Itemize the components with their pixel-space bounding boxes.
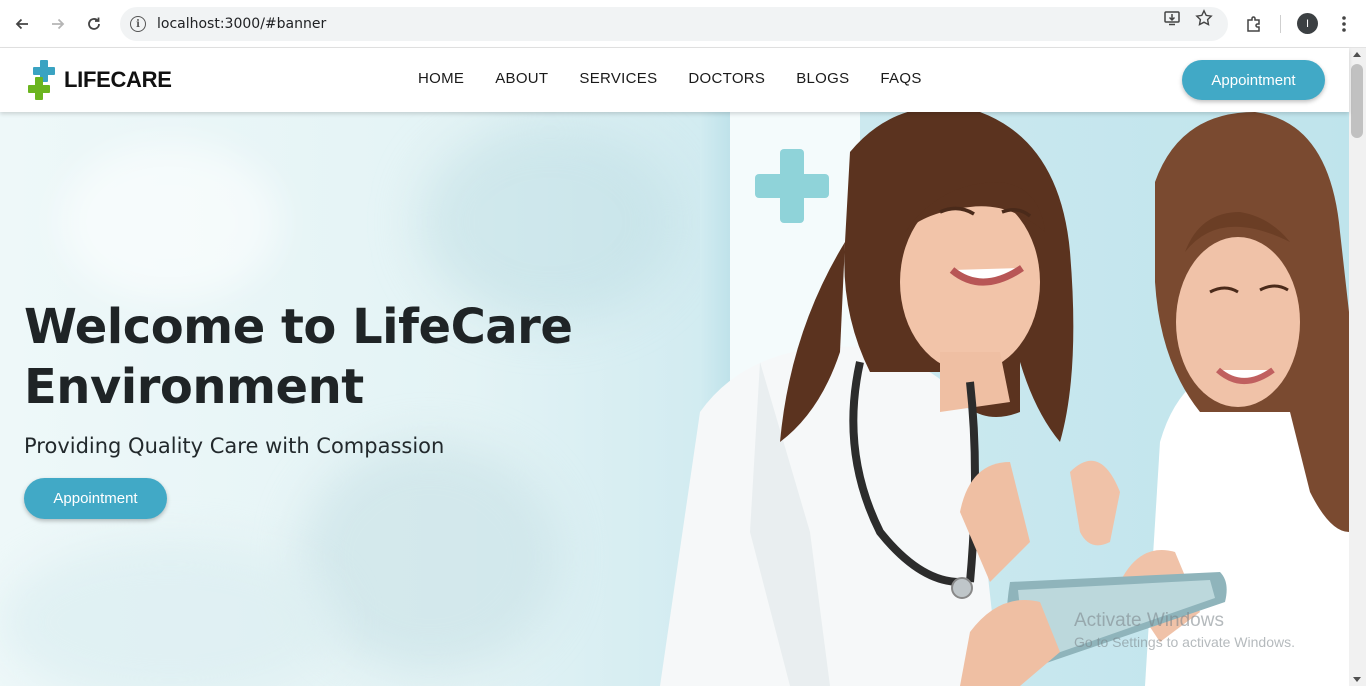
toolbar-divider <box>1280 15 1281 33</box>
install-app-icon[interactable] <box>1162 8 1182 28</box>
nav-doctors[interactable]: DOCTORS <box>688 70 765 87</box>
hero-title: Welcome to LifeCare Environment <box>24 299 573 415</box>
browser-toolbar: i localhost:3000/#banner I <box>0 0 1366 48</box>
nav-about[interactable]: ABOUT <box>495 70 548 87</box>
address-bar[interactable]: i localhost:3000/#banner <box>120 7 1228 41</box>
background-blur <box>0 542 340 686</box>
logo-cross-icon <box>28 60 62 100</box>
bookmark-star-icon[interactable] <box>1194 8 1214 28</box>
doctors-illustration <box>640 112 1349 686</box>
profile-avatar[interactable]: I <box>1297 13 1318 34</box>
nav-faqs[interactable]: FAQS <box>880 70 921 87</box>
main-nav: HOME ABOUT SERVICES DOCTORS BLOGS FAQS <box>418 70 953 87</box>
page-scrollbar[interactable] <box>1349 48 1366 686</box>
reload-icon[interactable] <box>80 10 108 38</box>
background-blur <box>300 442 560 672</box>
forward-icon[interactable] <box>44 10 72 38</box>
scrollbar-thumb[interactable] <box>1351 64 1363 138</box>
back-icon[interactable] <box>8 10 36 38</box>
nav-home[interactable]: HOME <box>418 70 464 87</box>
extensions-icon[interactable] <box>1244 14 1264 34</box>
activation-watermark: Activate Windows Go to Settings to activ… <box>1074 610 1295 650</box>
url-text[interactable]: localhost:3000/#banner <box>157 16 326 32</box>
nav-services[interactable]: SERVICES <box>579 70 657 87</box>
watermark-subtitle: Go to Settings to activate Windows. <box>1074 634 1295 650</box>
watermark-title: Activate Windows <box>1074 610 1224 631</box>
header-appointment-button[interactable]: Appointment <box>1182 60 1325 100</box>
scroll-up-icon[interactable] <box>1353 52 1361 57</box>
hero-appointment-button[interactable]: Appointment <box>24 478 167 519</box>
logo[interactable]: LIFECARE <box>28 60 172 100</box>
logo-text: LIFECARE <box>64 67 172 92</box>
site-header: LIFECARE HOME ABOUT SERVICES DOCTORS BLO… <box>0 48 1349 112</box>
background-blur <box>60 142 280 302</box>
more-menu-icon[interactable] <box>1334 14 1354 34</box>
hero-subtitle: Providing Quality Care with Compassion <box>24 434 445 458</box>
nav-blogs[interactable]: BLOGS <box>796 70 849 87</box>
hero-banner: Welcome to LifeCare Environment Providin… <box>0 112 1349 686</box>
scroll-down-icon[interactable] <box>1353 677 1361 682</box>
site-info-icon[interactable]: i <box>130 16 146 32</box>
